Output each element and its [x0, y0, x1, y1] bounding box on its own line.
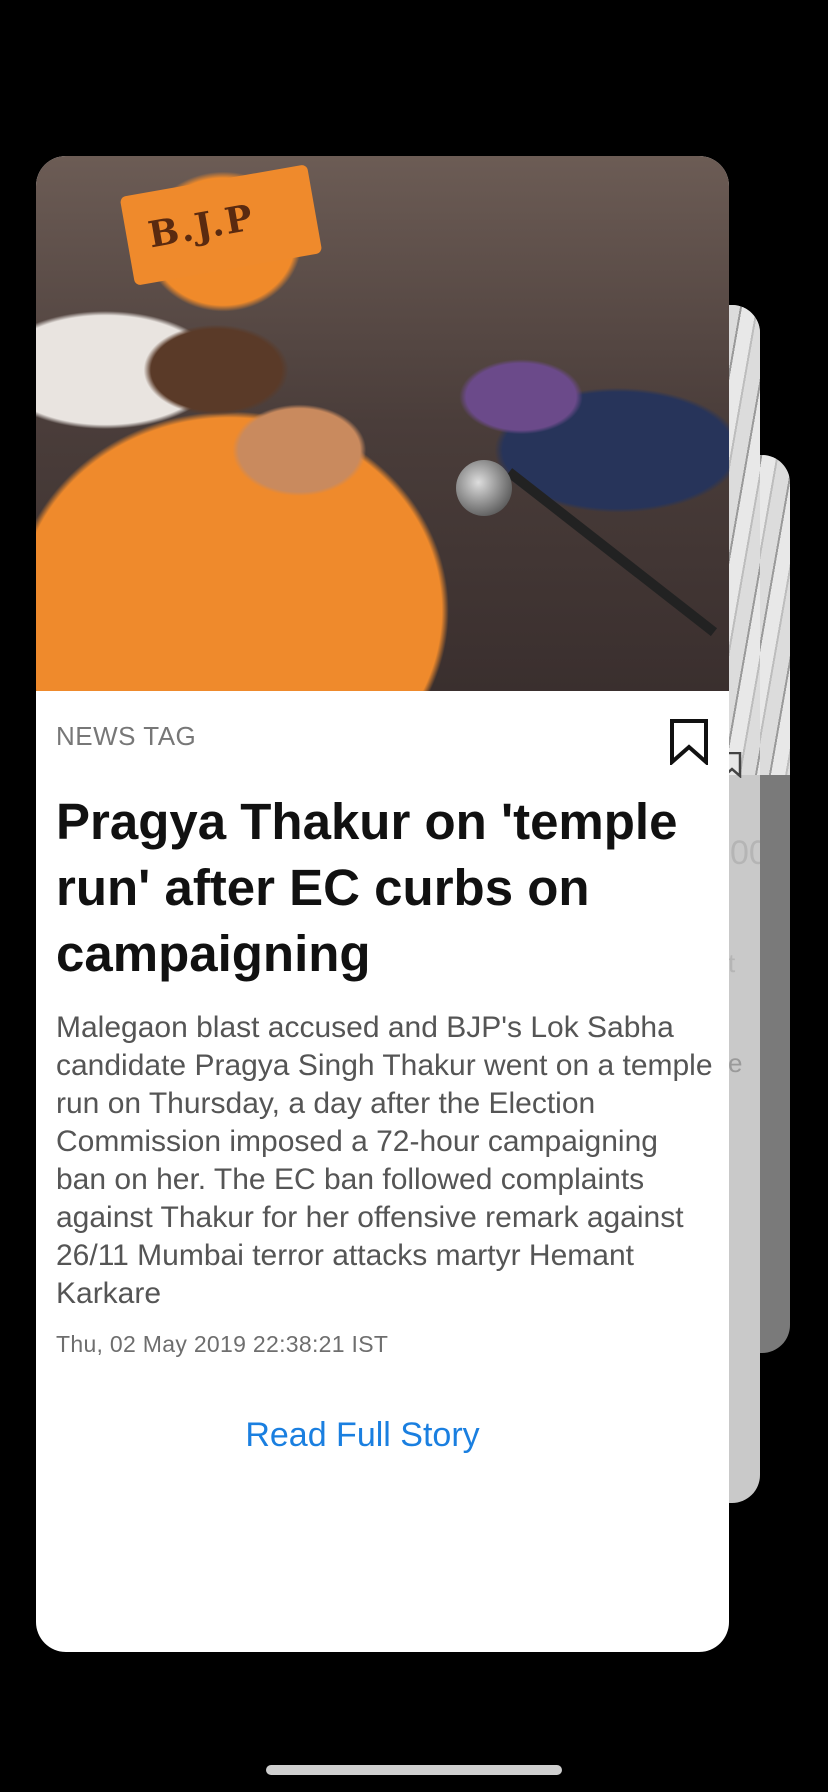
news-tag: NEWS TAG: [56, 721, 197, 751]
story-summary: Malegaon blast accused and BJP's Lok Sab…: [56, 1011, 713, 1310]
cap-text: B.J.P: [145, 196, 258, 257]
stacked-card-title-fragment: 00: [730, 834, 760, 872]
microphone-stand: [506, 468, 718, 637]
story-title: Pragya Thakur on 'temple run' after EC c…: [56, 793, 678, 982]
party-cap: B.J.P: [119, 164, 323, 286]
home-indicator[interactable]: [266, 1765, 562, 1775]
story-image: B.J.P: [36, 156, 729, 691]
microphone: [456, 460, 512, 516]
stacked-card-text-fragment: t: [728, 948, 736, 978]
story-card[interactable]: B.J.P NEWS TAG Pragya Thakur on 'temple …: [36, 156, 729, 1652]
bookmark-icon[interactable]: [669, 719, 709, 765]
tag-row: NEWS TAG: [56, 719, 709, 769]
read-full-story-button[interactable]: Read Full Story: [36, 1416, 689, 1455]
story-timestamp: Thu, 02 May 2019 22:38:21 IST: [56, 1331, 389, 1357]
story-feed-screen: 00 t e B.J.P NEWS TAG Pragya Thakur on '…: [0, 0, 828, 1792]
stacked-card-text-fragment: e: [728, 1048, 743, 1078]
